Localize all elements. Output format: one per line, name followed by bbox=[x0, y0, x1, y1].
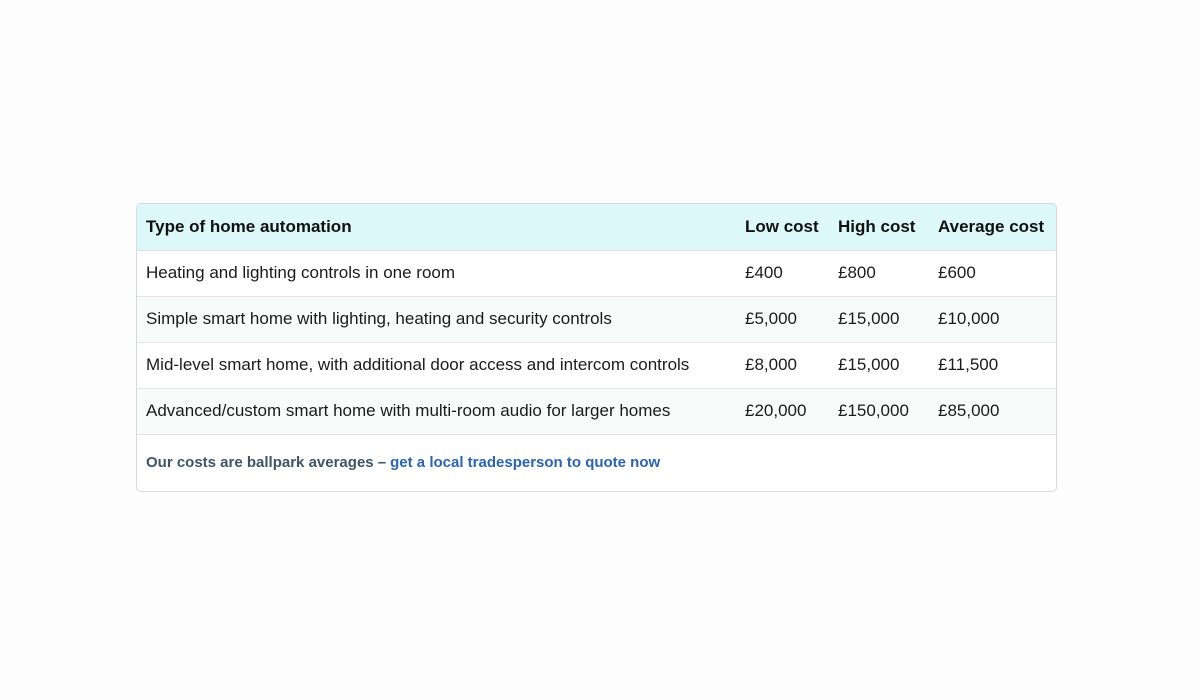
cell-average-cost: £600 bbox=[929, 250, 1056, 297]
cell-low-cost: £20,000 bbox=[736, 388, 829, 435]
cell-high-cost: £800 bbox=[829, 250, 929, 297]
cell-type: Advanced/custom smart home with multi-ro… bbox=[137, 388, 736, 435]
table-header-row: Type of home automation Low cost High co… bbox=[137, 204, 1056, 251]
quote-link[interactable]: get a local tradesperson to quote now bbox=[390, 454, 660, 471]
cell-high-cost: £15,000 bbox=[829, 296, 929, 343]
header-high-cost: High cost bbox=[829, 204, 929, 251]
cell-high-cost: £150,000 bbox=[829, 388, 929, 435]
cell-average-cost: £10,000 bbox=[929, 296, 1056, 343]
table-row: Mid-level smart home, with additional do… bbox=[137, 342, 1056, 389]
footer-note: Our costs are ballpark averages – bbox=[146, 454, 387, 471]
table-row: Advanced/custom smart home with multi-ro… bbox=[137, 388, 1056, 435]
table-row: Simple smart home with lighting, heating… bbox=[137, 296, 1056, 343]
cell-type: Simple smart home with lighting, heating… bbox=[137, 296, 736, 343]
header-average-cost: Average cost bbox=[929, 204, 1056, 251]
header-type: Type of home automation bbox=[137, 204, 736, 251]
cell-low-cost: £400 bbox=[736, 250, 829, 297]
cell-high-cost: £15,000 bbox=[829, 342, 929, 389]
cell-average-cost: £11,500 bbox=[929, 342, 1056, 389]
cell-low-cost: £8,000 bbox=[736, 342, 829, 389]
cost-table-card: Type of home automation Low cost High co… bbox=[136, 203, 1057, 492]
cell-low-cost: £5,000 bbox=[736, 296, 829, 343]
cell-type: Heating and lighting controls in one roo… bbox=[137, 250, 736, 297]
table-footer: Our costs are ballpark averages – get a … bbox=[137, 435, 1056, 491]
table-row: Heating and lighting controls in one roo… bbox=[137, 250, 1056, 297]
cell-type: Mid-level smart home, with additional do… bbox=[137, 342, 736, 389]
header-low-cost: Low cost bbox=[736, 204, 829, 251]
cost-table: Type of home automation Low cost High co… bbox=[137, 204, 1056, 435]
cell-average-cost: £85,000 bbox=[929, 388, 1056, 435]
